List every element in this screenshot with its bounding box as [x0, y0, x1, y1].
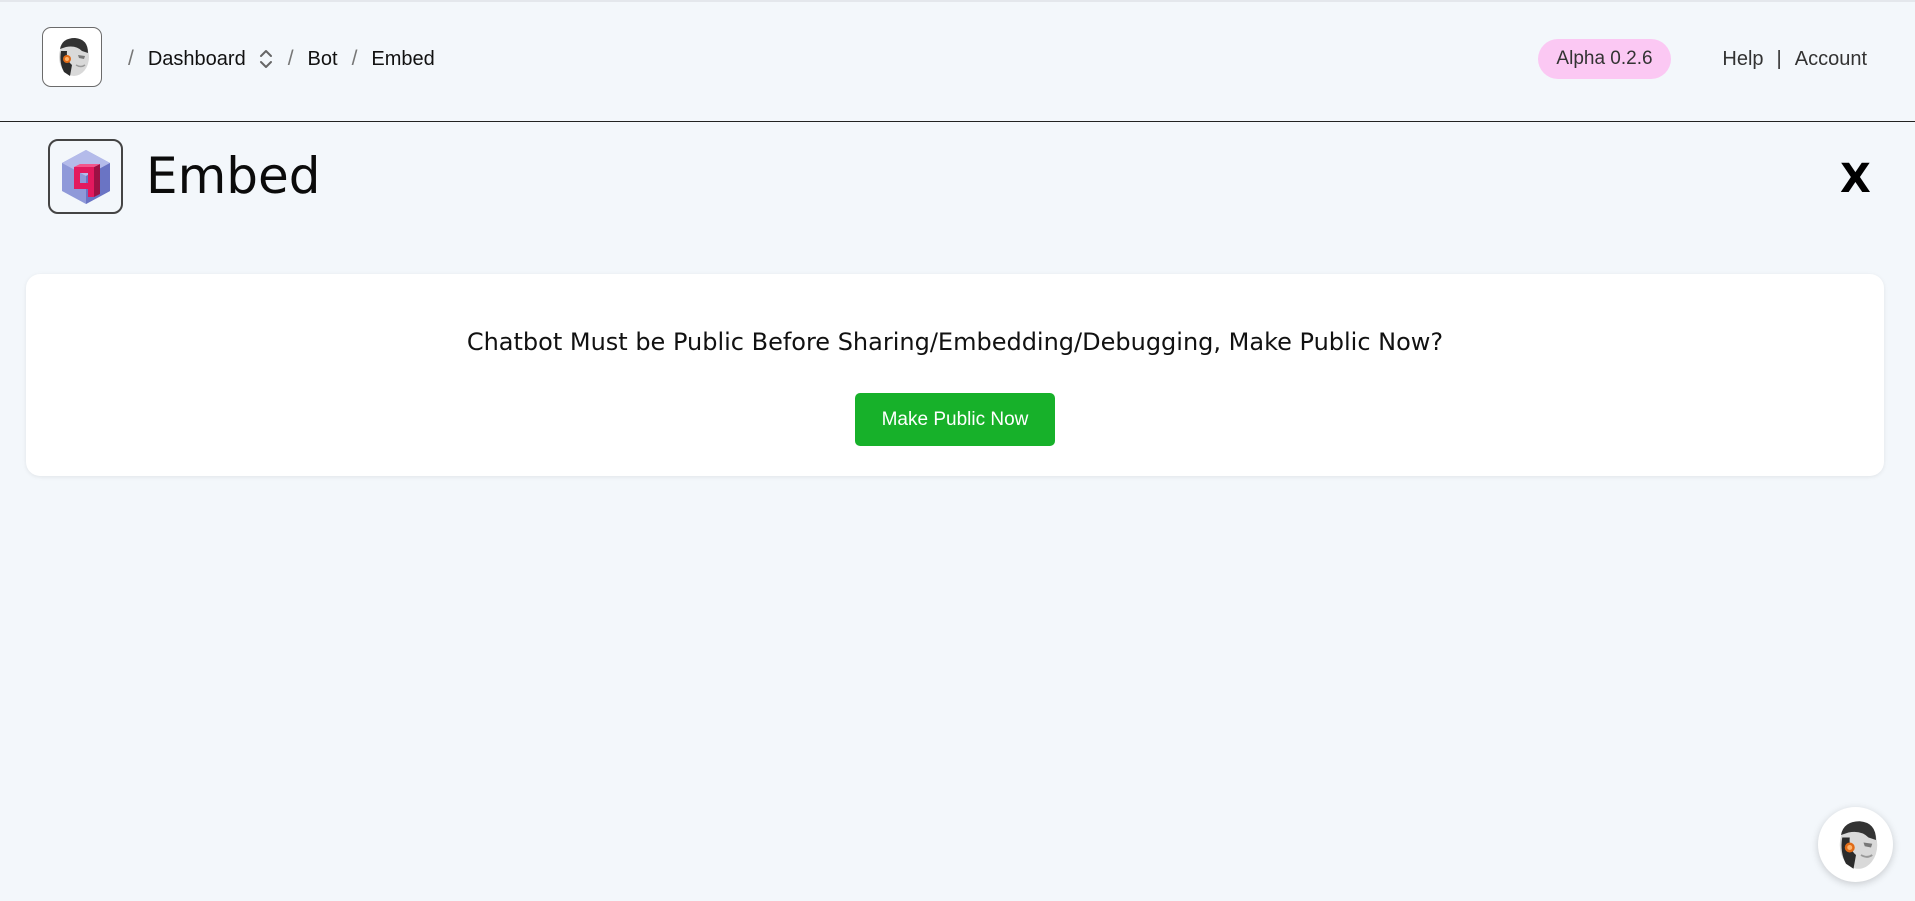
breadcrumb-embed[interactable]: Embed: [371, 48, 434, 71]
top-navbar: / Dashboard / Bot / Embed Alpha 0.2.6 He…: [0, 2, 1915, 122]
robot-head-avatar-icon: [1839, 820, 1877, 869]
embed-page-icon: [48, 139, 123, 214]
chat-widget-button[interactable]: [1818, 807, 1893, 882]
header-links: Help | Account: [1722, 2, 1867, 116]
home-logo-button[interactable]: [42, 27, 102, 87]
close-button[interactable]: X: [1840, 154, 1871, 204]
notice-message: Chatbot Must be Public Before Sharing/Em…: [466, 328, 1444, 356]
robot-head-avatar-icon: [59, 38, 89, 76]
version-badge: Alpha 0.2.6: [1538, 39, 1671, 79]
account-link[interactable]: Account: [1795, 48, 1867, 71]
cube-q-logo-icon: [61, 149, 110, 204]
breadcrumb-separator: /: [287, 47, 294, 70]
make-public-now-button[interactable]: Make Public Now: [855, 393, 1055, 446]
breadcrumb-separator: /: [128, 47, 134, 70]
help-link[interactable]: Help: [1722, 48, 1763, 71]
page-title: Embed: [146, 147, 321, 205]
breadcrumb-bot[interactable]: Bot: [308, 48, 338, 71]
make-public-notice-card: Chatbot Must be Public Before Sharing/Em…: [26, 274, 1884, 476]
breadcrumb-dashboard[interactable]: Dashboard: [148, 48, 246, 71]
link-separator: |: [1776, 47, 1782, 70]
breadcrumb-separator: /: [351, 47, 358, 70]
chevron-up-down-icon[interactable]: [258, 48, 274, 70]
breadcrumb: / Dashboard / Bot / Embed: [114, 2, 435, 116]
